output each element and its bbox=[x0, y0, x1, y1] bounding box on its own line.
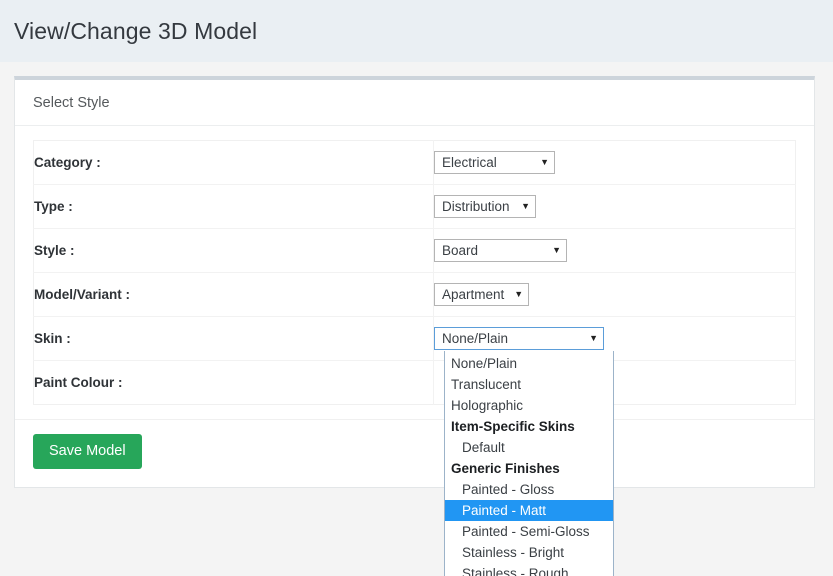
skin-select-value: None/Plain bbox=[442, 330, 509, 346]
style-form-table: Category : Electrical ▼ Type : Distribut… bbox=[33, 140, 796, 576]
table-row: Model/Variant : Apartment ▼ bbox=[33, 272, 796, 317]
dropdown-option-painted-matt[interactable]: Painted - Matt bbox=[445, 500, 613, 521]
card-wrapper: Select Style Category : Electrical ▼ Typ… bbox=[0, 62, 833, 576]
row-label-cell-model-variant: Model/Variant : bbox=[33, 272, 434, 317]
dropdown-option-painted-semi-gloss[interactable]: Painted - Semi-Gloss bbox=[445, 521, 613, 542]
card-header: Select Style bbox=[15, 80, 814, 126]
dropdown-option-painted-gloss[interactable]: Painted - Gloss bbox=[445, 479, 613, 500]
dropdown-group-item-specific-skins: Item-Specific Skins bbox=[451, 419, 575, 434]
chevron-down-icon: ▼ bbox=[589, 333, 598, 343]
label-skin: Skin : bbox=[34, 330, 71, 346]
category-select[interactable]: Electrical ▼ bbox=[434, 151, 555, 174]
row-label-cell-style: Style : bbox=[33, 228, 434, 273]
page-header: View/Change 3D Model bbox=[0, 0, 833, 62]
model-variant-select[interactable]: Apartment ▼ bbox=[434, 283, 529, 306]
card-footer: Save Model bbox=[15, 419, 814, 487]
label-category: Category : bbox=[34, 154, 101, 170]
dropdown-option-holographic[interactable]: Holographic bbox=[445, 395, 613, 416]
label-model-variant: Model/Variant : bbox=[34, 286, 131, 302]
type-select[interactable]: Distribution ▼ bbox=[434, 195, 536, 218]
chevron-down-icon: ▼ bbox=[552, 245, 561, 255]
table-row: Skin : None/Plain ▼ None/Plain Transluce… bbox=[33, 316, 796, 576]
type-select-value: Distribution bbox=[442, 198, 510, 214]
select-style-card: Select Style Category : Electrical ▼ Typ… bbox=[14, 76, 815, 576]
dropdown-group-generic-finishes: Generic Finishes bbox=[451, 461, 560, 476]
label-type: Type : bbox=[34, 198, 73, 214]
dropdown-option-default[interactable]: Default bbox=[445, 437, 613, 458]
row-value-cell-category: Electrical ▼ bbox=[434, 141, 796, 185]
row-value-cell-style: Board ▼ bbox=[434, 229, 796, 273]
style-select-value: Board bbox=[442, 242, 479, 258]
row-value-cell-type: Distribution ▼ bbox=[434, 185, 796, 229]
skin-select[interactable]: None/Plain ▼ bbox=[434, 327, 604, 350]
row-label-cell-type: Type : bbox=[33, 184, 434, 229]
model-variant-select-value: Apartment bbox=[442, 286, 505, 302]
card-body: Category : Electrical ▼ Type : Distribut… bbox=[15, 126, 814, 576]
row-value-cell-skin: None/Plain ▼ None/Plain Translucent Holo… bbox=[434, 317, 796, 576]
dropdown-option-none-plain[interactable]: None/Plain bbox=[445, 353, 613, 374]
category-select-value: Electrical bbox=[442, 154, 497, 170]
card-header-title: Select Style bbox=[33, 95, 110, 111]
dropdown-option-stainless-rough[interactable]: Stainless - Rough bbox=[445, 563, 613, 576]
dropdown-option-translucent[interactable]: Translucent bbox=[445, 374, 613, 395]
page-title: View/Change 3D Model bbox=[14, 17, 258, 44]
chevron-down-icon: ▼ bbox=[521, 201, 530, 211]
label-paint-colour: Paint Colour : bbox=[34, 374, 123, 390]
label-style: Style : bbox=[34, 242, 75, 258]
row-label-cell-category: Category : bbox=[33, 140, 434, 185]
skin-dropdown-list[interactable]: None/Plain Translucent Holographic Item-… bbox=[444, 351, 614, 576]
row-label-cell-skin: Skin : bbox=[33, 316, 434, 361]
table-row: Style : Board ▼ bbox=[33, 228, 796, 273]
table-row: Paint Colour : bbox=[33, 360, 796, 405]
save-model-button[interactable]: Save Model bbox=[33, 434, 142, 469]
row-value-cell-model-variant: Apartment ▼ bbox=[434, 273, 796, 317]
table-row: Type : Distribution ▼ bbox=[33, 184, 796, 229]
row-label-cell-paint-colour: Paint Colour : bbox=[33, 360, 434, 405]
dropdown-option-stainless-bright[interactable]: Stainless - Bright bbox=[445, 542, 613, 563]
table-row: Category : Electrical ▼ bbox=[33, 140, 796, 185]
chevron-down-icon: ▼ bbox=[540, 157, 549, 167]
style-select[interactable]: Board ▼ bbox=[434, 239, 567, 262]
chevron-down-icon: ▼ bbox=[514, 289, 524, 299]
